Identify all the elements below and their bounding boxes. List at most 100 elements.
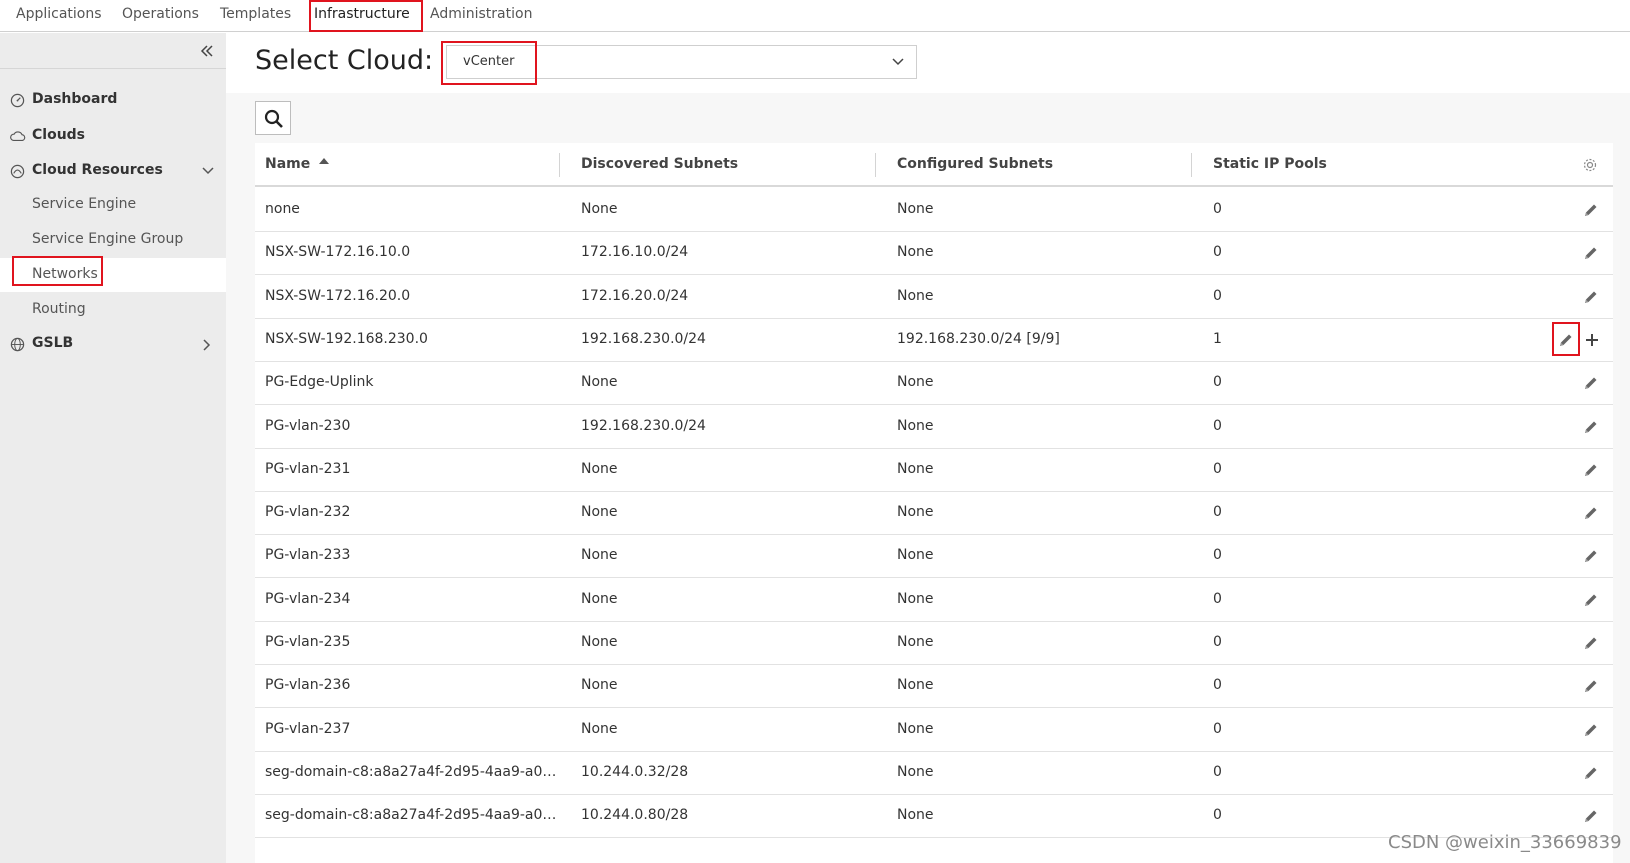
table-row[interactable]: PG-Edge-Uplink None None 0	[255, 360, 1613, 406]
pencil-icon[interactable]	[1583, 765, 1599, 781]
sidebar-item-gslb[interactable]: GSLB	[0, 327, 226, 361]
static-ip-pools-cell: 0	[1213, 763, 1222, 780]
sidebar-item-dashboard[interactable]: Dashboard	[0, 83, 226, 117]
table-row[interactable]: PG-vlan-230 192.168.230.0/24 None 0	[255, 404, 1613, 449]
tab-administration[interactable]: Administration	[430, 0, 532, 28]
pencil-icon[interactable]	[1583, 375, 1599, 391]
discovered-subnets-cell: None	[581, 634, 618, 650]
network-name-cell: NSX-SW-192.168.230.0	[265, 330, 428, 347]
tab-infrastructure[interactable]: Infrastructure	[314, 0, 410, 28]
cloud-icon	[10, 131, 26, 142]
pencil-icon[interactable]	[1558, 332, 1574, 348]
sidebar-item-label: Service Engine	[32, 196, 137, 212]
watermark-text: CSDN @weixin_33669839	[1388, 832, 1622, 853]
configured-subnets-cell: None	[897, 677, 934, 694]
sidebar-item-networks[interactable]: Networks	[0, 258, 226, 292]
table-header: Name Discovered Subnets Configured Subne…	[255, 143, 1613, 187]
static-ip-pools-cell: 1	[1213, 330, 1222, 347]
column-resize-handle[interactable]	[875, 153, 876, 177]
search-icon	[264, 109, 283, 128]
pencil-icon[interactable]	[1583, 592, 1599, 608]
sidebar-item-service-engine[interactable]: Service Engine	[0, 188, 226, 222]
sidebar-item-label: Service Engine Group	[32, 231, 184, 247]
column-header-static-ip-pools[interactable]: Static IP Pools	[1213, 156, 1327, 172]
table-row[interactable]: none None None 0	[255, 187, 1613, 232]
network-name-cell: seg-domain-c8:a8a27a4f-2d95-4aa9-a0…	[265, 763, 557, 780]
cloud-select-dropdown[interactable]: vCenter	[446, 45, 917, 79]
static-ip-pools-cell: 0	[1213, 677, 1222, 694]
column-resize-handle[interactable]	[559, 153, 560, 177]
dashboard-gauge-icon	[10, 93, 25, 108]
pencil-icon[interactable]	[1583, 202, 1599, 218]
network-name-cell: seg-domain-c8:a8a27a4f-2d95-4aa9-a0…	[265, 807, 557, 824]
discovered-subnets-cell: None	[581, 201, 618, 217]
cloud-resources-icon	[10, 164, 25, 179]
networks-table: Name Discovered Subnets Configured Subne…	[255, 143, 1613, 863]
pencil-icon[interactable]	[1583, 635, 1599, 651]
configured-subnets-cell: None	[897, 547, 934, 564]
configured-subnets-cell: None	[897, 720, 934, 737]
sidebar-item-clouds[interactable]: Clouds	[0, 119, 226, 153]
discovered-subnets-cell: None	[581, 677, 618, 694]
top-nav: Applications Operations Templates Infras…	[0, 0, 1630, 32]
cloud-select-value: vCenter	[463, 54, 515, 69]
configured-subnets-cell: None	[897, 287, 934, 304]
configured-subnets-cell: None	[897, 417, 934, 434]
column-resize-handle[interactable]	[1191, 153, 1192, 177]
sidebar-item-cloud-resources[interactable]: Cloud Resources	[0, 154, 226, 188]
network-name-cell: PG-vlan-230	[265, 417, 351, 434]
network-name-cell: PG-vlan-237	[265, 720, 351, 737]
pencil-icon[interactable]	[1583, 722, 1599, 738]
discovered-subnets-cell: 192.168.230.0/24	[581, 417, 706, 434]
configured-subnets-cell: None	[897, 460, 934, 477]
pencil-icon[interactable]	[1583, 289, 1599, 305]
sidebar-collapse-bar	[0, 33, 226, 69]
table-row[interactable]: PG-vlan-236 None None 0	[255, 663, 1613, 709]
discovered-subnets-cell: None	[581, 590, 618, 607]
sort-ascending-icon[interactable]	[319, 158, 329, 164]
column-header-discovered-subnets[interactable]: Discovered Subnets	[581, 156, 738, 172]
pencil-icon[interactable]	[1583, 808, 1599, 824]
static-ip-pools-cell: 0	[1213, 460, 1222, 477]
static-ip-pools-cell: 0	[1213, 634, 1222, 650]
plus-icon[interactable]	[1584, 332, 1600, 348]
chevron-right-icon[interactable]	[202, 339, 212, 351]
sidebar-item-label: Networks	[32, 266, 98, 282]
gear-icon[interactable]	[1582, 157, 1598, 173]
sidebar-item-label: Routing	[32, 301, 86, 317]
table-row[interactable]: PG-vlan-231 None None 0	[255, 447, 1613, 492]
table-row[interactable]: seg-domain-c8:a8a27a4f-2d95-4aa9-a0… 10.2…	[255, 750, 1613, 795]
tab-operations[interactable]: Operations	[122, 0, 199, 28]
table-row[interactable]: NSX-SW-172.16.20.0 172.16.20.0/24 None 0	[255, 274, 1613, 319]
double-chevron-left-icon[interactable]	[200, 44, 214, 58]
static-ip-pools-cell: 0	[1213, 504, 1222, 521]
table-row[interactable]: PG-vlan-233 None None 0	[255, 533, 1613, 579]
column-header-name[interactable]: Name	[265, 156, 310, 172]
pencil-icon[interactable]	[1583, 245, 1599, 261]
network-name-cell: PG-vlan-231	[265, 460, 351, 477]
table-row[interactable]: PG-vlan-232 None None 0	[255, 490, 1613, 536]
pencil-icon[interactable]	[1583, 462, 1599, 478]
configured-subnets-cell: None	[897, 201, 934, 217]
static-ip-pools-cell: 0	[1213, 720, 1222, 737]
table-row[interactable]: PG-vlan-234 None None 0	[255, 577, 1613, 622]
chevron-down-icon[interactable]	[202, 166, 214, 176]
discovered-subnets-cell: None	[581, 460, 618, 477]
search-button[interactable]	[255, 101, 291, 135]
chevron-down-icon	[892, 58, 904, 66]
column-header-configured-subnets[interactable]: Configured Subnets	[897, 156, 1053, 172]
pencil-icon[interactable]	[1583, 419, 1599, 435]
tab-applications[interactable]: Applications	[16, 0, 102, 28]
table-row[interactable]: PG-vlan-235 None None 0	[255, 620, 1613, 665]
table-row[interactable]: PG-vlan-237 None None 0	[255, 707, 1613, 752]
table-row[interactable]: NSX-SW-172.16.10.0 172.16.10.0/24 None 0	[255, 230, 1613, 276]
discovered-subnets-cell: 192.168.230.0/24	[581, 330, 706, 347]
pencil-icon[interactable]	[1583, 505, 1599, 521]
configured-subnets-cell: None	[897, 634, 934, 650]
pencil-icon[interactable]	[1583, 548, 1599, 564]
pencil-icon[interactable]	[1583, 678, 1599, 694]
sidebar-item-routing[interactable]: Routing	[0, 293, 226, 327]
table-row[interactable]: NSX-SW-192.168.230.0 192.168.230.0/24 192.…	[255, 317, 1613, 362]
tab-templates[interactable]: Templates	[220, 0, 291, 28]
sidebar-item-service-engine-group[interactable]: Service Engine Group	[0, 223, 226, 257]
